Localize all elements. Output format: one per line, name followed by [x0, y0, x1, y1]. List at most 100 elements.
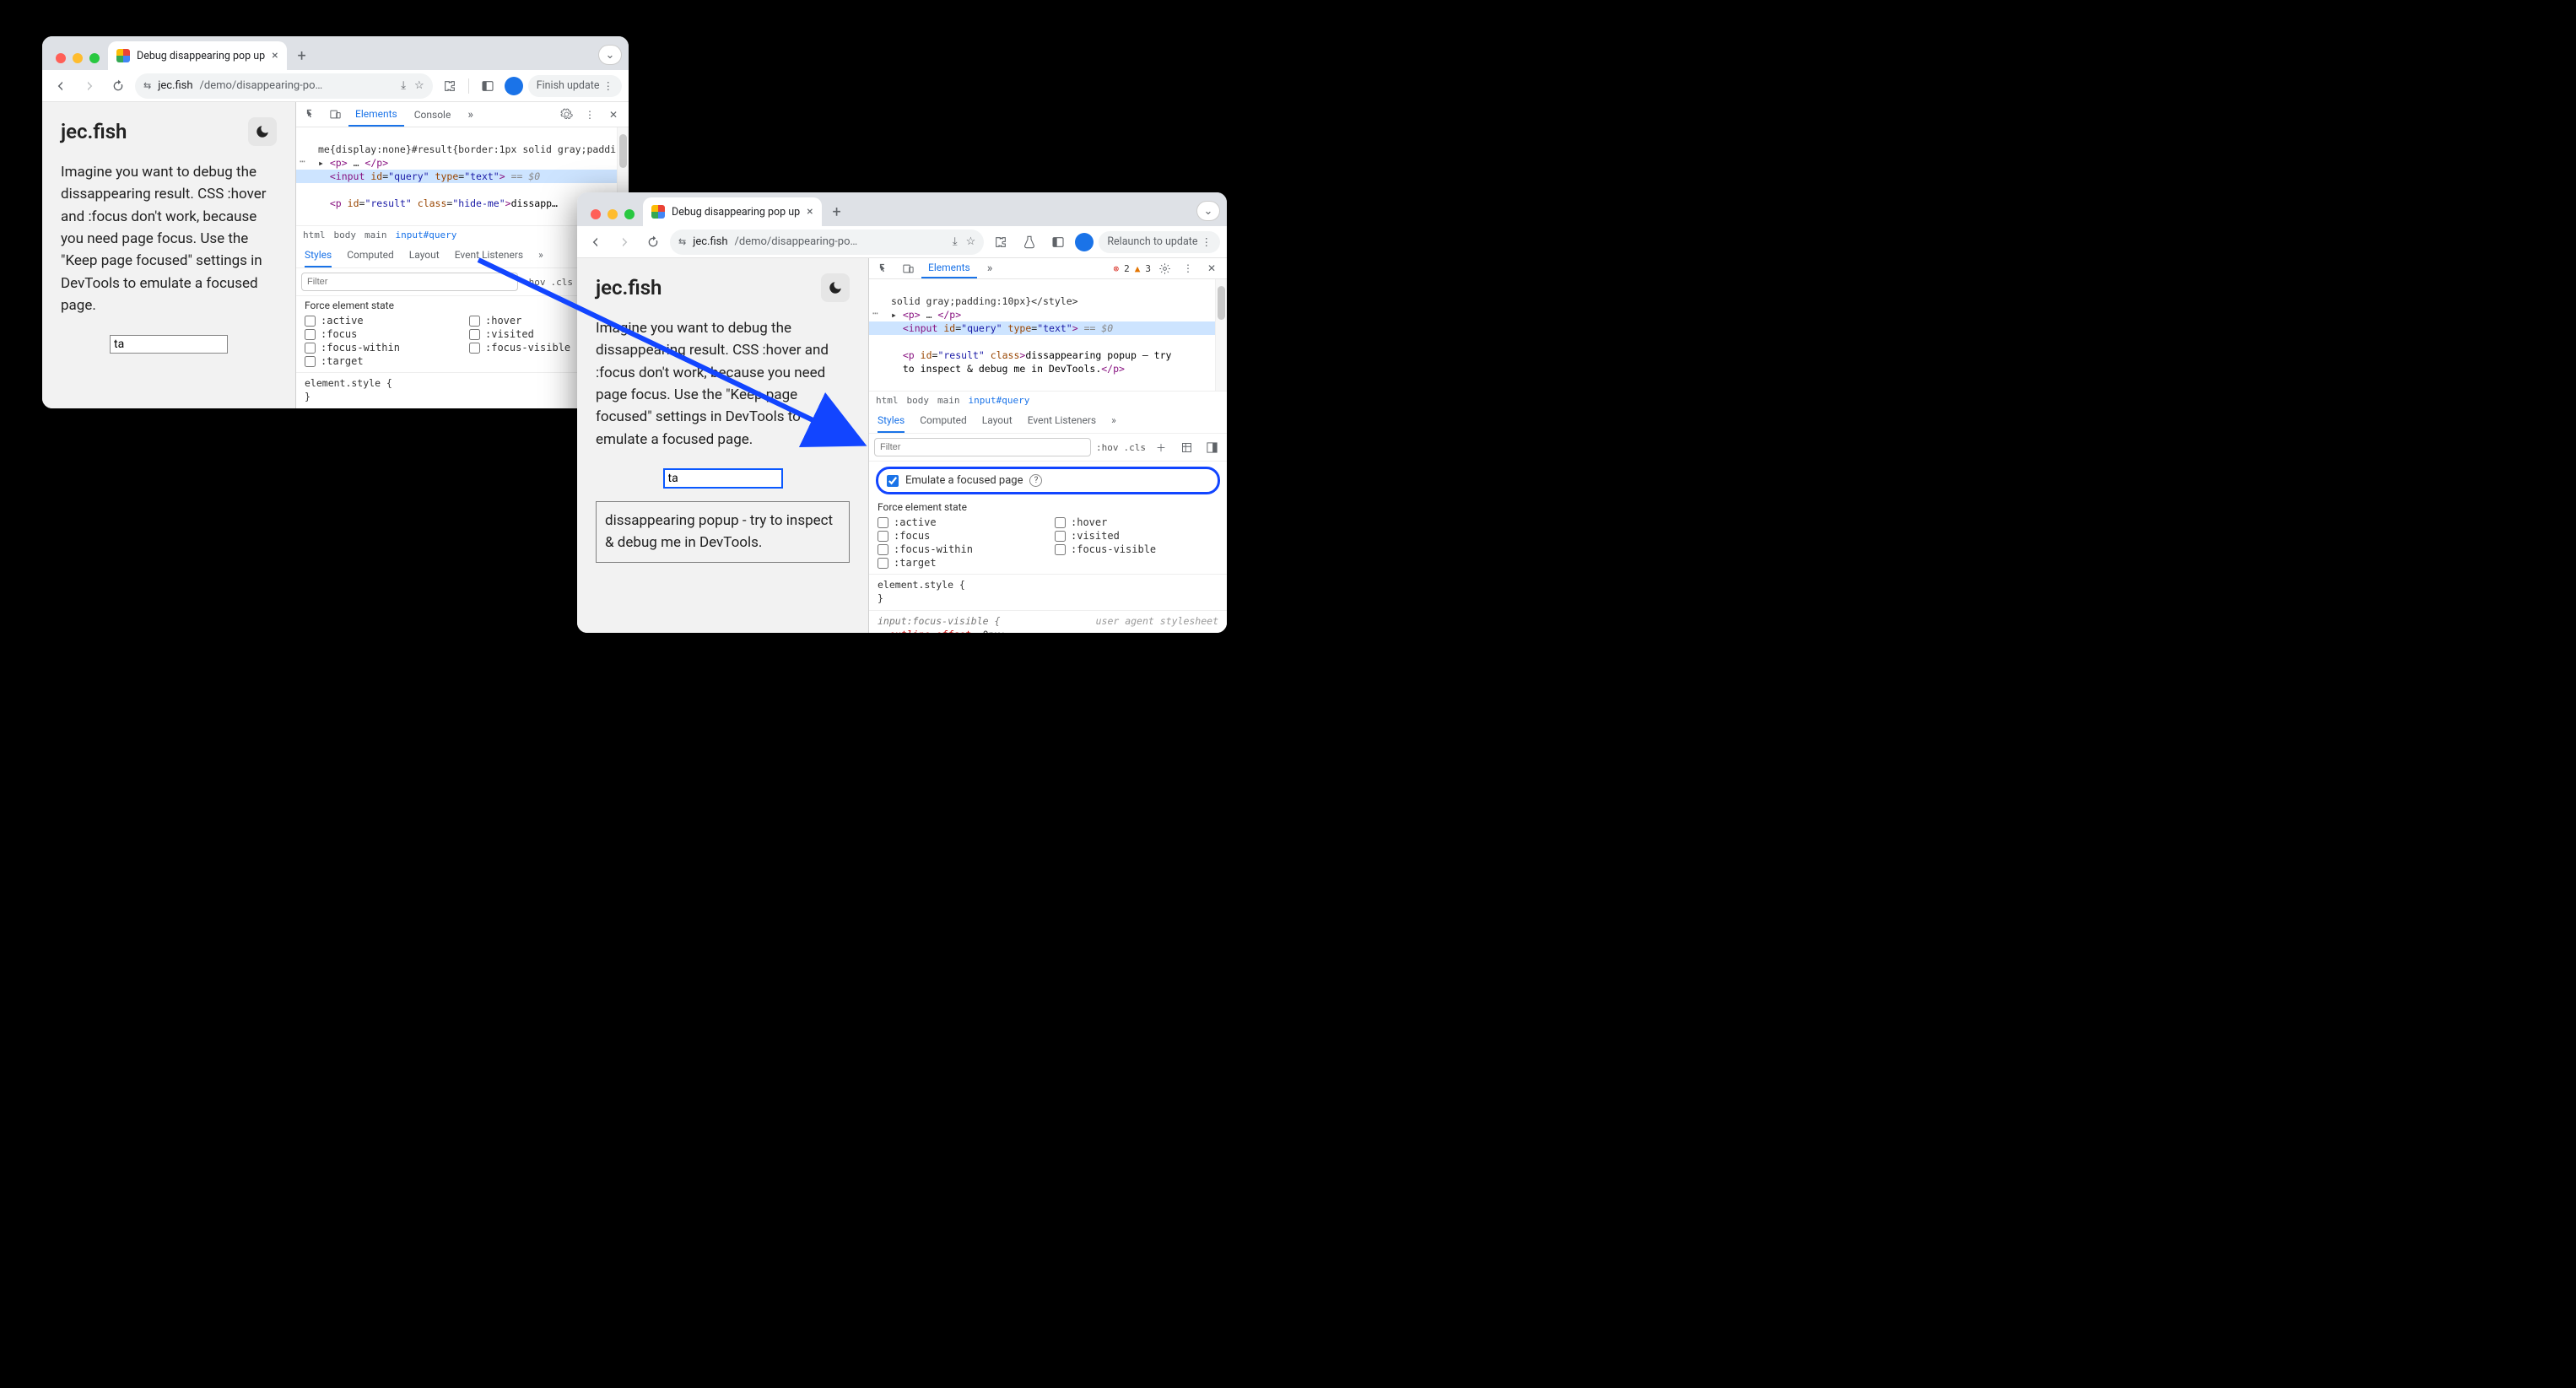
close-devtools-icon[interactable]: ✕ — [1202, 258, 1222, 278]
back-button[interactable] — [49, 74, 73, 98]
devtools-menu-icon[interactable]: ⋮ — [580, 105, 600, 125]
forward-button[interactable] — [78, 74, 101, 98]
cls-toggle[interactable]: .cls — [1124, 442, 1147, 453]
state-hover[interactable]: :hover — [1055, 516, 1218, 528]
subtab-computed[interactable]: Computed — [347, 244, 394, 267]
subtab-event-listeners[interactable]: Event Listeners — [1028, 409, 1096, 433]
state-focus-within[interactable]: :focus-within — [305, 342, 456, 354]
device-toolbar-icon[interactable] — [898, 258, 918, 278]
tab-list-button[interactable]: ⌄ — [1196, 201, 1220, 221]
state-focus-visible[interactable]: :focus-visible — [1055, 543, 1218, 555]
tab-elements[interactable]: Elements — [348, 102, 404, 127]
subtab-event-listeners[interactable]: Event Listeners — [455, 244, 523, 267]
state-focus[interactable]: :focus — [305, 328, 456, 340]
extensions-icon[interactable] — [438, 74, 462, 98]
dark-mode-toggle[interactable] — [248, 117, 277, 146]
browser-tab[interactable]: Debug disappearing pop up × — [643, 197, 822, 226]
minimize-window-icon[interactable] — [73, 53, 83, 63]
query-input[interactable] — [664, 469, 782, 488]
tab-console[interactable]: Console — [408, 102, 458, 127]
styles-filter-input[interactable] — [301, 273, 518, 291]
side-panel-icon[interactable] — [1046, 230, 1070, 254]
state-focus[interactable]: :focus — [878, 530, 1041, 542]
emulate-focused-checkbox[interactable] — [887, 475, 899, 487]
settings-gear-icon[interactable] — [556, 105, 576, 125]
bookmark-icon[interactable]: ☆ — [414, 79, 424, 92]
ua-style-rule[interactable]: user agent stylesheet input:focus-visibl… — [869, 610, 1227, 633]
new-tab-button[interactable]: + — [290, 44, 314, 68]
browser-tab[interactable]: Debug disappearing pop up × — [108, 41, 287, 70]
tab-more[interactable]: » — [980, 258, 1000, 278]
page-content: jec.fish Imagine you want to debug the d… — [42, 102, 295, 408]
cls-toggle[interactable]: .cls — [551, 277, 574, 288]
maximize-window-icon[interactable] — [624, 209, 635, 219]
minimize-window-icon[interactable] — [608, 209, 618, 219]
subtab-styles[interactable]: Styles — [878, 409, 905, 433]
close-window-icon[interactable] — [591, 209, 601, 219]
address-bar[interactable]: ⇆ jec.fish/demo/disappearing-po… ⤓ ☆ — [135, 73, 433, 99]
side-panel-icon[interactable] — [476, 74, 500, 98]
subtab-layout[interactable]: Layout — [409, 244, 440, 267]
hov-toggle[interactable]: :hov — [1096, 442, 1119, 453]
update-pill[interactable]: Relaunch to update ⋮ — [1099, 231, 1220, 253]
tab-title: Debug disappearing pop up — [137, 50, 265, 62]
settings-gear-icon[interactable] — [1154, 258, 1175, 278]
kebab-menu-icon[interactable]: ⋮ — [1202, 235, 1212, 249]
update-pill[interactable]: Finish update ⋮ — [528, 75, 622, 97]
close-tab-icon[interactable]: × — [272, 49, 278, 62]
install-app-icon[interactable]: ⤓ — [401, 79, 406, 92]
element-style-rule[interactable]: element.style { } — [869, 574, 1227, 610]
subtab-computed[interactable]: Computed — [920, 409, 967, 433]
tab-list-button[interactable]: ⌄ — [598, 45, 622, 65]
demo-paragraph: Imagine you want to debug the dissappear… — [61, 161, 277, 316]
state-active[interactable]: :active — [305, 315, 456, 327]
close-devtools-icon[interactable]: ✕ — [603, 105, 624, 125]
reload-button[interactable] — [106, 74, 130, 98]
tab-more[interactable]: » — [461, 102, 480, 127]
toggle-common-rendering-icon[interactable] — [1176, 437, 1196, 457]
state-visited[interactable]: :visited — [1055, 530, 1218, 542]
subtab-more[interactable]: » — [538, 244, 543, 267]
state-target[interactable]: :target — [878, 557, 1041, 569]
state-target[interactable]: :target — [305, 355, 456, 367]
inspect-icon[interactable] — [874, 258, 894, 278]
computed-styles-icon[interactable] — [1202, 437, 1222, 457]
close-tab-icon[interactable]: × — [807, 205, 813, 219]
inspect-icon[interactable] — [301, 105, 321, 125]
site-settings-icon[interactable]: ⇆ — [143, 80, 151, 91]
state-active[interactable]: :active — [878, 516, 1041, 528]
experiments-icon[interactable] — [1018, 230, 1041, 254]
dom-scrollbar[interactable] — [1215, 279, 1227, 391]
extensions-icon[interactable] — [989, 230, 1013, 254]
site-settings-icon[interactable]: ⇆ — [678, 236, 686, 247]
hov-toggle[interactable]: :hov — [523, 277, 546, 288]
new-style-rule-icon[interactable]: ＋ — [1151, 437, 1171, 457]
elements-breadcrumb[interactable]: html body main input#query — [869, 391, 1227, 409]
bookmark-icon[interactable]: ☆ — [966, 235, 976, 248]
address-bar[interactable]: ⇆ jec.fish/demo/disappearing-po… ⤓ ☆ — [670, 230, 984, 255]
subtab-layout[interactable]: Layout — [982, 409, 1013, 433]
help-icon[interactable]: ? — [1029, 474, 1042, 487]
issues-badge[interactable]: ⊗2 ▲3 — [1114, 263, 1152, 274]
profile-avatar[interactable] — [1075, 233, 1094, 251]
styles-filter-input[interactable] — [874, 438, 1091, 456]
reload-button[interactable] — [641, 230, 665, 254]
maximize-window-icon[interactable] — [89, 53, 100, 63]
state-focus-within[interactable]: :focus-within — [878, 543, 1041, 555]
devtools-menu-icon[interactable]: ⋮ — [1178, 258, 1198, 278]
dark-mode-toggle[interactable] — [821, 273, 850, 302]
forward-button[interactable] — [613, 230, 636, 254]
query-input[interactable] — [110, 335, 228, 354]
subtab-more[interactable]: » — [1111, 409, 1116, 433]
back-button[interactable] — [584, 230, 608, 254]
emulate-focused-page[interactable]: Emulate a focused page ? — [876, 467, 1220, 494]
device-toolbar-icon[interactable] — [325, 105, 345, 125]
install-app-icon[interactable]: ⤓ — [953, 235, 958, 248]
tab-elements[interactable]: Elements — [921, 258, 977, 278]
new-tab-button[interactable]: + — [825, 200, 849, 224]
profile-avatar[interactable] — [505, 77, 523, 95]
subtab-styles[interactable]: Styles — [305, 244, 332, 267]
close-window-icon[interactable] — [56, 53, 66, 63]
dom-tree[interactable]: solid gray;padding:10px}</style> ▸ <p> …… — [869, 279, 1227, 391]
kebab-menu-icon[interactable]: ⋮ — [603, 79, 614, 93]
